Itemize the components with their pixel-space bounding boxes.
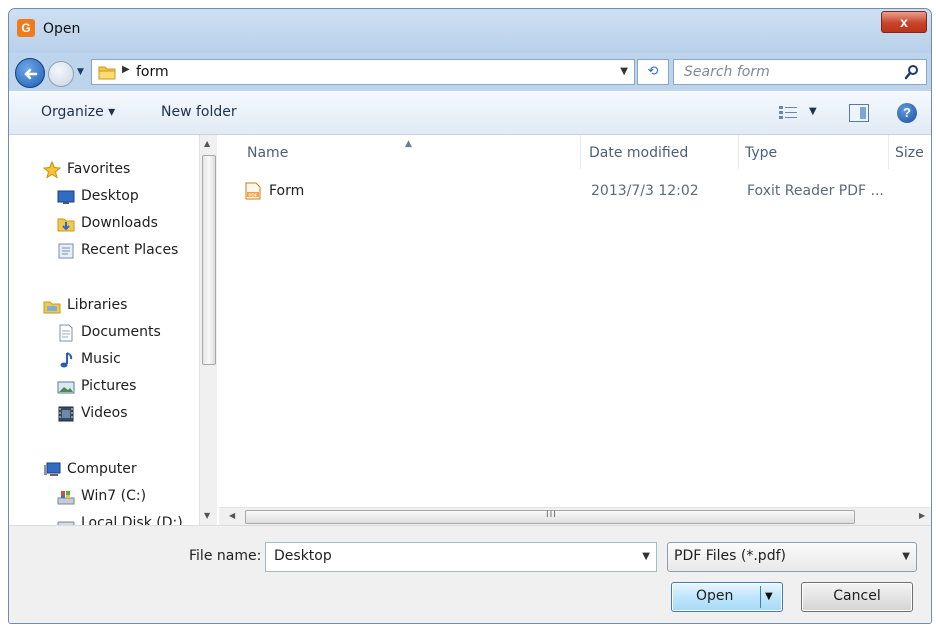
recent-locations-dropdown[interactable]: ▼: [77, 67, 87, 77]
breadcrumb-separator[interactable]: ▶: [122, 64, 130, 75]
sidebar-item-desktop[interactable]: Desktop: [57, 186, 197, 208]
computer-icon: [44, 462, 61, 476]
drive-c-icon: [57, 491, 75, 505]
view-list-icon[interactable]: [779, 106, 797, 120]
breadcrumb[interactable]: form: [136, 64, 169, 80]
table-row[interactable]: PDF Form 2013/7/3 12:02 Foxit Reader PDF…: [219, 179, 931, 203]
content-area: Favorites Desktop Downloads Recent Place…: [9, 135, 931, 525]
sidebar-item-local-disk-d[interactable]: Local Disk (D:): [57, 513, 197, 525]
sidebar-item-pictures[interactable]: Pictures: [57, 376, 197, 398]
sidebar-item-recent-places[interactable]: Recent Places: [57, 240, 197, 262]
search-input[interactable]: Search form: [684, 64, 770, 80]
scrollbar-grip: III: [546, 510, 557, 520]
search-icon[interactable]: [904, 64, 920, 80]
star-icon: [43, 161, 61, 179]
file-name-label: File name:: [189, 548, 262, 564]
organize-button[interactable]: Organize ▾: [41, 104, 115, 120]
address-bar[interactable]: ▶ form ▼: [91, 59, 635, 85]
preview-pane-icon[interactable]: [849, 104, 869, 122]
command-toolbar: Organize ▾ New folder ▼ ?: [9, 91, 931, 135]
scroll-up-arrow-icon[interactable]: ▲: [204, 139, 210, 148]
back-arrow-icon: [24, 68, 38, 80]
column-header-date-modified[interactable]: Date modified: [583, 135, 739, 169]
file-type-select[interactable]: PDF Files (*.pdf) ▼: [667, 542, 917, 572]
horizontal-scrollbar[interactable]: ◀ III ▶: [219, 507, 931, 525]
dialog-footer: File name: Desktop ▼ PDF Files (*.pdf) ▼…: [9, 525, 931, 623]
cancel-button[interactable]: Cancel: [801, 582, 913, 612]
scroll-left-arrow-icon[interactable]: ◀: [229, 511, 235, 520]
file-name-dropdown-icon[interactable]: ▼: [642, 551, 650, 562]
refresh-button[interactable]: ⟲: [637, 59, 669, 85]
pdf-file-icon: PDF: [245, 182, 261, 200]
sidebar-item-libraries[interactable]: Libraries: [43, 295, 193, 317]
title-bar[interactable]: G Open x: [9, 9, 931, 53]
folder-icon: [98, 66, 116, 80]
file-name-field[interactable]: Desktop ▼: [265, 542, 657, 572]
navigation-pane: Favorites Desktop Downloads Recent Place…: [9, 135, 199, 525]
open-button-label: Open: [696, 588, 734, 604]
downloads-icon: [57, 218, 75, 232]
sidebar-item-videos[interactable]: Videos: [57, 403, 197, 425]
split-divider: [760, 586, 761, 608]
sidebar-item-favorites[interactable]: Favorites: [43, 159, 193, 181]
help-icon[interactable]: ?: [897, 103, 917, 123]
column-header-type[interactable]: Type: [739, 135, 889, 169]
file-date-modified: 2013/7/3 12:02: [591, 183, 699, 199]
documents-icon: [59, 324, 73, 342]
view-options-dropdown[interactable]: ▼: [809, 106, 817, 117]
close-button[interactable]: x: [881, 11, 927, 33]
search-box[interactable]: Search form: [673, 59, 927, 85]
open-dialog: G Open x ▼ ▶ form ▼ ⟲ Search form Organi…: [8, 8, 932, 624]
svg-text:PDF: PDF: [249, 192, 258, 197]
file-type-dropdown-icon[interactable]: ▼: [902, 551, 910, 562]
music-icon: [60, 352, 73, 368]
navigation-bar: ▼ ▶ form ▼ ⟲ Search form: [9, 53, 931, 91]
libraries-icon: [43, 301, 61, 314]
sort-ascending-icon: ▲: [405, 139, 412, 149]
forward-button[interactable]: [48, 61, 74, 87]
file-list: Name ▲ Date modified Type Size PDF Form …: [219, 135, 931, 525]
navigation-pane-scrollbar[interactable]: ▲ ▼: [199, 135, 217, 525]
window-title: Open: [43, 21, 81, 37]
scroll-right-arrow-icon[interactable]: ▶: [919, 511, 925, 520]
file-type-value: PDF Files (*.pdf): [674, 548, 786, 564]
sidebar-item-music[interactable]: Music: [57, 349, 197, 371]
file-type: Foxit Reader PDF ...: [747, 183, 884, 199]
new-folder-button[interactable]: New folder: [161, 104, 237, 120]
sidebar-item-computer[interactable]: Computer: [43, 459, 193, 481]
sidebar-item-win7-c[interactable]: Win7 (C:): [57, 486, 197, 508]
address-dropdown[interactable]: ▼: [620, 66, 628, 77]
scrollbar-thumb[interactable]: [202, 155, 216, 365]
horizontal-scrollbar-thumb[interactable]: III: [245, 510, 855, 524]
back-button[interactable]: [15, 58, 45, 88]
app-icon: G: [17, 19, 35, 37]
file-name-value[interactable]: Desktop: [274, 548, 332, 564]
recent-places-icon: [58, 243, 74, 259]
sidebar-item-downloads[interactable]: Downloads: [57, 213, 197, 235]
file-name: Form: [269, 183, 305, 199]
open-button[interactable]: Open ▼: [671, 582, 783, 612]
videos-icon: [58, 406, 74, 422]
open-options-dropdown-icon[interactable]: ▼: [765, 591, 773, 602]
sidebar-item-documents[interactable]: Documents: [57, 322, 197, 344]
scroll-down-arrow-icon[interactable]: ▼: [204, 511, 210, 520]
column-header-size[interactable]: Size: [889, 135, 931, 169]
pictures-icon: [57, 381, 75, 394]
drive-d-icon: [57, 521, 75, 525]
desktop-icon: [57, 190, 75, 204]
